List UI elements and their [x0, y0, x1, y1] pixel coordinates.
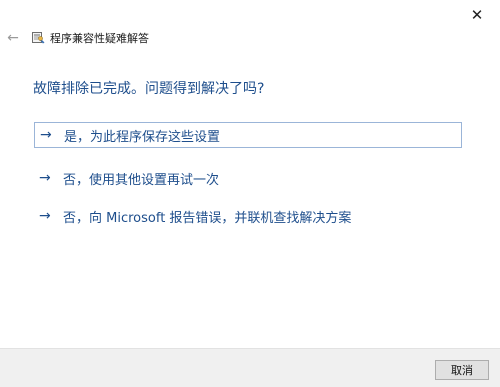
cancel-button[interactable]: 取消 — [435, 360, 489, 380]
option-label[interactable]: 是，为此程序保存这些设置 — [64, 126, 220, 145]
option-save-settings[interactable]: → 是，为此程序保存这些设置 — [34, 122, 462, 148]
option-label[interactable]: 否，使用其他设置再试一次 — [63, 169, 219, 188]
close-button[interactable]: ✕ — [454, 0, 500, 30]
troubleshooter-app-icon — [32, 32, 45, 44]
troubleshooter-window: ✕ ← 程序兼容性疑难解答 故障排除已完成。问题得到解决了吗? → 是，为此程序… — [0, 0, 500, 387]
result-heading: 故障排除已完成。问题得到解决了吗? — [33, 81, 265, 97]
window-title: 程序兼容性疑难解答 — [50, 32, 149, 45]
back-arrow-icon[interactable]: ← — [5, 30, 21, 46]
title-bar: ← 程序兼容性疑难解答 — [0, 28, 500, 50]
arrow-right-icon: → — [39, 170, 51, 186]
close-icon[interactable]: ✕ — [471, 6, 484, 24]
option-report-online[interactable]: → 否，向 Microsoft 报告错误，并联机查找解决方案 — [34, 203, 462, 229]
arrow-right-icon: → — [39, 208, 51, 224]
option-try-other-settings[interactable]: → 否，使用其他设置再试一次 — [34, 165, 462, 191]
dialog-footer: 取消 — [0, 348, 500, 387]
option-label[interactable]: 否，向 Microsoft 报告错误，并联机查找解决方案 — [63, 207, 351, 226]
arrow-right-icon: → — [40, 127, 52, 143]
